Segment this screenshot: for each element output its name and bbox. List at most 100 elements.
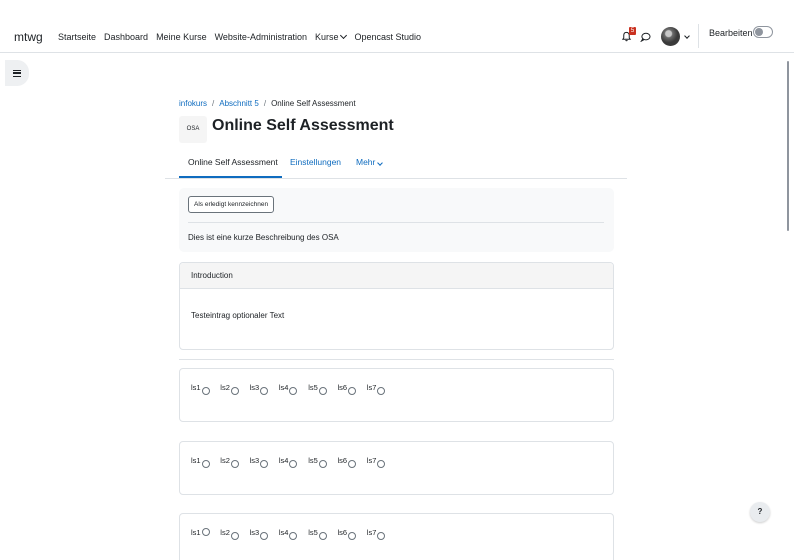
edit-mode-label: Bearbeiten bbox=[709, 28, 753, 38]
radio-button[interactable] bbox=[260, 387, 269, 395]
radio-option[interactable]: ls5 bbox=[308, 456, 337, 468]
radio-button[interactable] bbox=[318, 532, 327, 540]
radio-label: ls6 bbox=[337, 456, 348, 465]
mark-as-done-button[interactable]: Als erledigt kennzeichnen bbox=[188, 196, 275, 213]
breadcrumb-item-current: Online Self Assessment bbox=[271, 99, 356, 108]
radio-label: ls1 bbox=[191, 528, 201, 537]
radio-button[interactable] bbox=[201, 460, 210, 468]
site-brand[interactable]: mtwg bbox=[14, 30, 43, 44]
radio-button[interactable] bbox=[348, 460, 357, 468]
breadcrumb-item-section[interactable]: Abschnitt 5 bbox=[219, 99, 259, 108]
radio-option[interactable]: ls3 bbox=[250, 383, 279, 395]
tab-mehr-label: Mehr bbox=[356, 157, 376, 167]
radio-option[interactable]: ls1 bbox=[191, 456, 220, 468]
radio-option[interactable]: ls5 bbox=[308, 383, 337, 395]
radio-group: ls1 ls2 ls3 ls4 ls5 ls6 ls7 bbox=[191, 456, 396, 468]
radio-label: ls2 bbox=[220, 383, 230, 392]
nav-item-dashboard[interactable]: Dashboard bbox=[104, 32, 148, 42]
navbar: mtwg Startseite Dashboard Meine Kurse We… bbox=[0, 0, 794, 53]
radio-label: ls2 bbox=[220, 456, 230, 465]
activity-description: Dies ist eine kurze Beschreibung des OSA bbox=[188, 233, 339, 242]
radio-option[interactable]: ls6 bbox=[337, 456, 366, 468]
radio-button[interactable] bbox=[289, 532, 298, 540]
tab-einstellungen[interactable]: Einstellungen bbox=[290, 157, 341, 167]
course-index-toggle-button[interactable] bbox=[5, 60, 29, 86]
radio-option[interactable]: ls6 bbox=[337, 383, 366, 395]
radio-option[interactable]: ls3 bbox=[250, 456, 279, 468]
radio-option[interactable]: ls4 bbox=[279, 456, 308, 468]
divider bbox=[188, 222, 604, 223]
radio-option[interactable]: ls1 bbox=[191, 528, 220, 540]
tab-mehr[interactable]: Mehr bbox=[356, 157, 384, 167]
radio-group: ls1 ls2 ls3 ls4 ls5 ls6 ls7 bbox=[191, 383, 396, 395]
chat-icon[interactable] bbox=[640, 32, 651, 42]
question-card: ls1 ls2 ls3 ls4 ls5 ls6 ls7 bbox=[179, 368, 614, 422]
question-card: ls1 ls2 ls3 ls4 ls5 ls6 ls7 bbox=[179, 441, 614, 495]
nav-item-startseite[interactable]: Startseite bbox=[58, 32, 96, 42]
radio-label: ls6 bbox=[337, 528, 348, 537]
radio-button[interactable] bbox=[289, 460, 298, 468]
nav-item-meine-kurse[interactable]: Meine Kurse bbox=[156, 32, 207, 42]
radio-label: ls1 bbox=[191, 456, 201, 465]
nav-item-opencast-studio[interactable]: Opencast Studio bbox=[354, 32, 421, 42]
radio-button[interactable] bbox=[260, 532, 269, 540]
radio-button[interactable] bbox=[230, 460, 239, 468]
radio-label: ls4 bbox=[278, 456, 289, 465]
radio-label: ls5 bbox=[308, 383, 318, 392]
radio-button[interactable] bbox=[289, 387, 298, 395]
page-scrollbar[interactable] bbox=[787, 61, 789, 231]
radio-option[interactable]: ls7 bbox=[367, 528, 396, 540]
radio-button[interactable] bbox=[230, 387, 239, 395]
primary-navigation: Startseite Dashboard Meine Kurse Website… bbox=[58, 31, 429, 42]
radio-group: ls1 ls2 ls3 ls4 ls5 ls6 ls7 bbox=[191, 528, 396, 540]
radio-option[interactable]: ls1 bbox=[191, 383, 220, 395]
list-icon bbox=[13, 69, 21, 77]
help-button[interactable]: ? bbox=[750, 502, 770, 522]
card-body: Testeintrag optionaler Text bbox=[191, 311, 285, 320]
radio-option[interactable]: ls6 bbox=[337, 528, 366, 540]
chevron-down-icon[interactable] bbox=[684, 33, 690, 39]
radio-option[interactable]: ls7 bbox=[367, 383, 396, 395]
question-card: ls1 ls2 ls3 ls4 ls5 ls6 ls7 bbox=[179, 513, 614, 560]
radio-option[interactable]: ls2 bbox=[220, 456, 249, 468]
breadcrumb: infokurs / Abschnitt 5 / Online Self Ass… bbox=[179, 99, 356, 108]
radio-button[interactable] bbox=[377, 532, 386, 540]
radio-button[interactable] bbox=[377, 387, 386, 395]
radio-label: ls7 bbox=[366, 456, 377, 465]
card-header: Introduction bbox=[180, 263, 613, 289]
radio-option[interactable]: ls4 bbox=[279, 383, 308, 395]
radio-option[interactable]: ls2 bbox=[220, 383, 249, 395]
nav-item-website-administration[interactable]: Website-Administration bbox=[215, 32, 307, 42]
radio-button[interactable] bbox=[201, 387, 210, 395]
breadcrumb-separator: / bbox=[212, 99, 215, 108]
radio-option[interactable]: ls2 bbox=[220, 528, 249, 540]
nav-item-kurse[interactable]: Kurse bbox=[314, 31, 348, 42]
radio-button[interactable] bbox=[201, 528, 210, 536]
radio-button[interactable] bbox=[348, 387, 357, 395]
edit-mode-toggle[interactable] bbox=[753, 26, 773, 38]
radio-option[interactable]: ls7 bbox=[367, 456, 396, 468]
radio-button[interactable] bbox=[318, 387, 327, 395]
radio-label: ls3 bbox=[249, 383, 260, 392]
navbar-divider bbox=[698, 24, 699, 48]
chevron-down-icon bbox=[340, 31, 348, 40]
radio-button[interactable] bbox=[260, 460, 269, 468]
active-tab-indicator bbox=[179, 176, 282, 178]
radio-label: ls3 bbox=[249, 456, 260, 465]
radio-button[interactable] bbox=[348, 532, 357, 540]
nav-item-kurse-label: Kurse bbox=[314, 32, 339, 42]
radio-option[interactable]: ls5 bbox=[308, 528, 337, 540]
activity-icon: OSA bbox=[179, 116, 207, 143]
notification-count-badge: 5 bbox=[629, 27, 636, 35]
radio-button[interactable] bbox=[377, 460, 386, 468]
radio-label: ls4 bbox=[278, 528, 289, 537]
radio-option[interactable]: ls4 bbox=[279, 528, 308, 540]
radio-button[interactable] bbox=[230, 532, 239, 540]
radio-option[interactable]: ls3 bbox=[250, 528, 279, 540]
radio-label: ls5 bbox=[308, 456, 318, 465]
tab-online-self-assessment[interactable]: Online Self Assessment bbox=[188, 157, 278, 167]
radio-label: ls6 bbox=[337, 383, 348, 392]
user-avatar[interactable] bbox=[661, 27, 680, 46]
radio-button[interactable] bbox=[318, 460, 327, 468]
breadcrumb-item-course[interactable]: infokurs bbox=[179, 99, 207, 108]
